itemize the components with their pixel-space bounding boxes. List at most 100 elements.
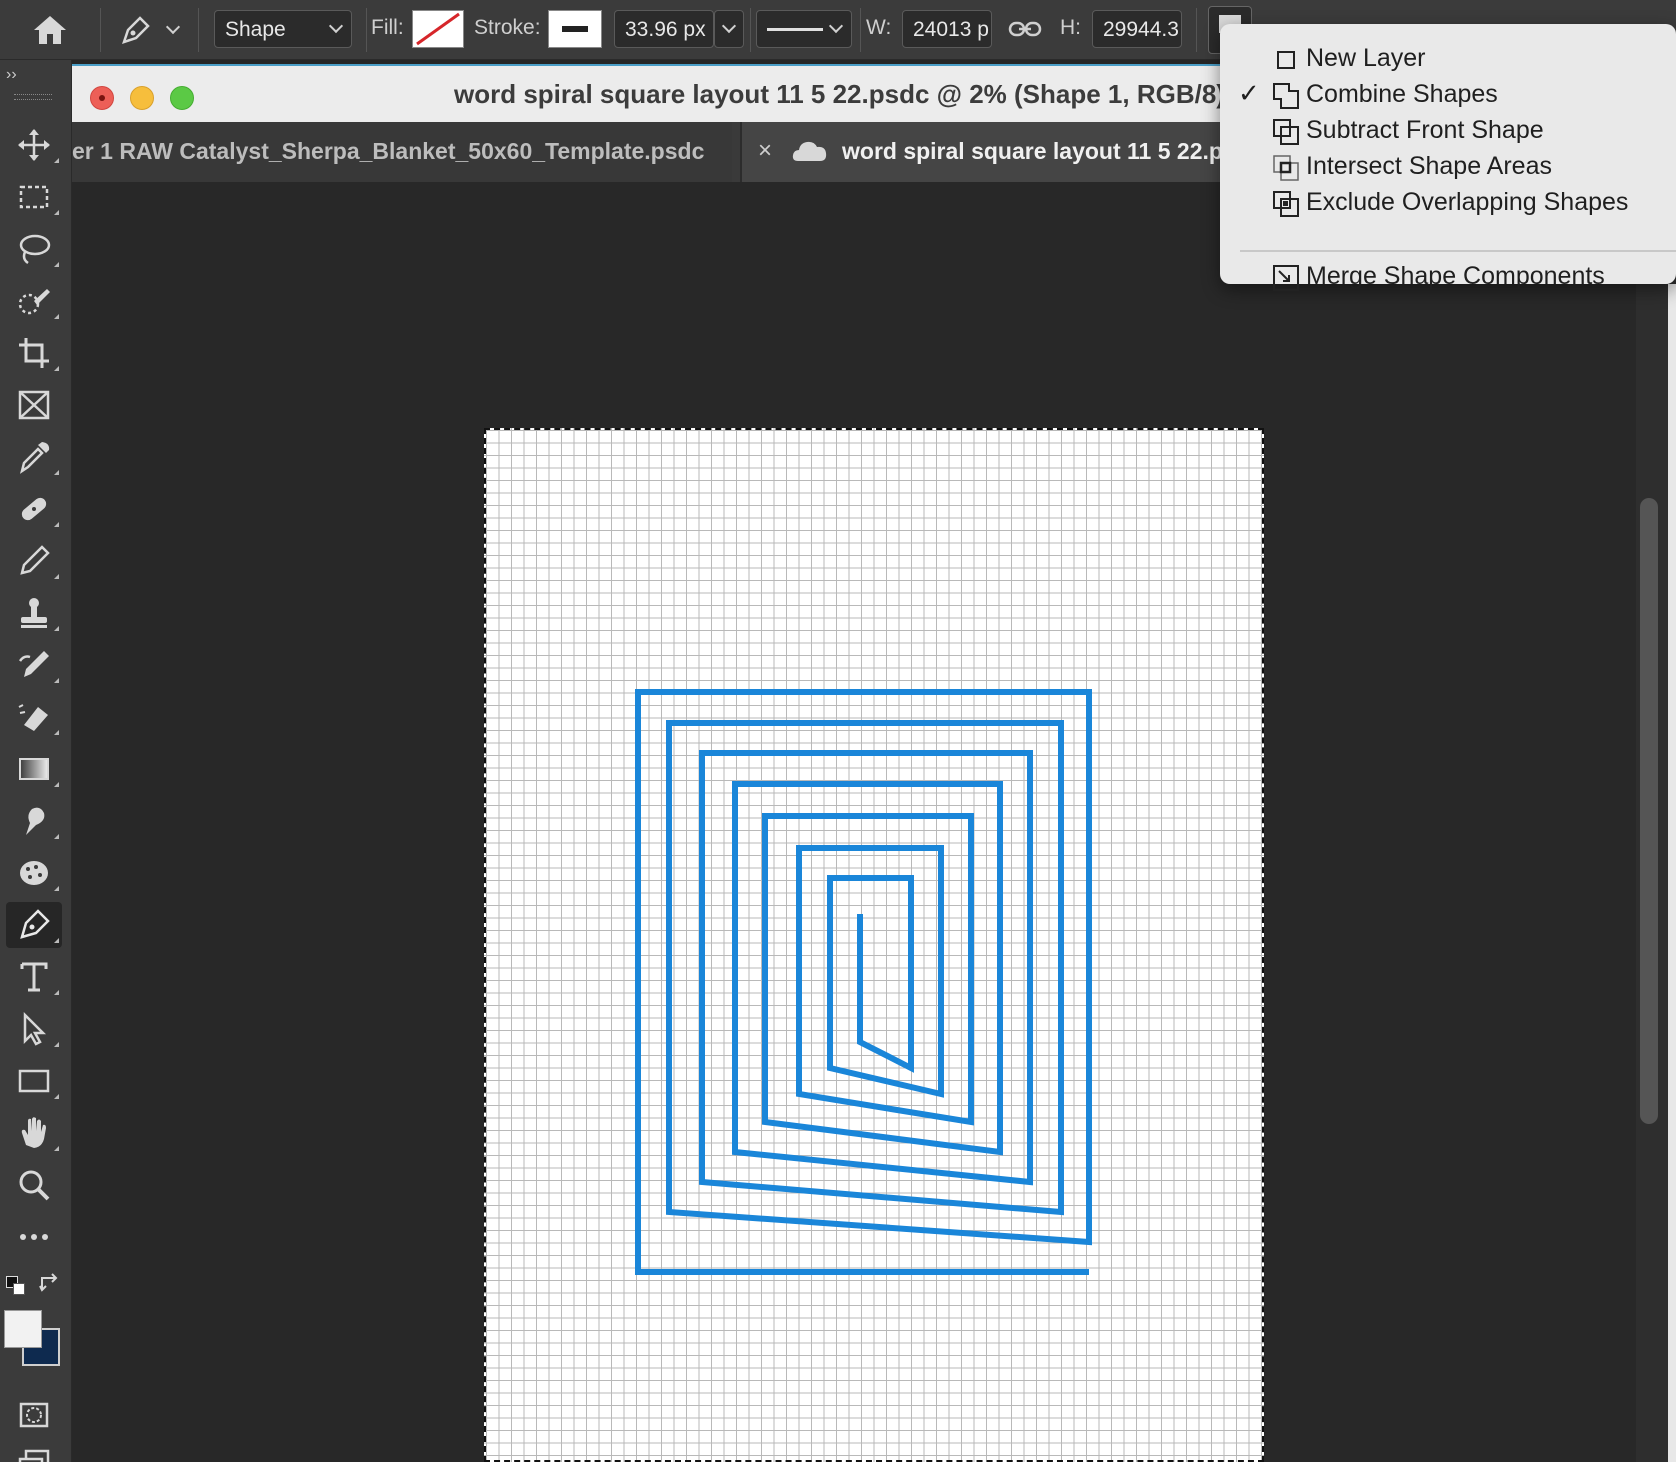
eraser-icon <box>18 704 48 731</box>
path-operations-menu: New Layer ✓ Combine Shapes Subtract Fron… <box>1220 24 1676 291</box>
fill-swatch[interactable] <box>412 10 464 48</box>
pen-tool[interactable] <box>6 902 62 948</box>
sponge-tool[interactable] <box>6 850 62 896</box>
height-label: H: <box>1060 16 1081 39</box>
combine-shapes-icon <box>1272 82 1300 110</box>
home-icon[interactable] <box>30 12 70 48</box>
tool-mode-select[interactable]: Shape <box>214 10 352 48</box>
eyedropper-icon <box>20 442 50 474</box>
zoom-icon <box>19 1170 50 1201</box>
menu-item-new-layer[interactable]: New Layer <box>1220 40 1676 76</box>
tab-close-icon[interactable]: × <box>758 137 772 165</box>
chevron-down-icon <box>828 18 844 34</box>
width-field[interactable]: 24013 p <box>902 10 992 48</box>
smudge-tool[interactable] <box>6 798 62 844</box>
crop-icon <box>19 338 49 368</box>
tab-sherpa-blanket-template[interactable]: er 1 RAW Catalyst_Sherpa_Blanket_50x60_T… <box>72 122 732 182</box>
bandage-icon <box>21 497 47 521</box>
spiral-stroke[interactable] <box>635 689 1092 1275</box>
zoom-tool[interactable] <box>6 1162 62 1208</box>
pen-icon <box>20 909 50 939</box>
quick-select-tool[interactable] <box>6 278 62 324</box>
healing-tool[interactable] <box>6 486 62 532</box>
marquee-tool[interactable] <box>6 174 62 220</box>
fill-label: Fill: <box>371 16 404 39</box>
stroke-swatch[interactable] <box>548 10 602 48</box>
exclude-overlapping-shapes-icon <box>1272 190 1300 218</box>
menu-item-intersect-shape-areas[interactable]: Intersect Shape Areas <box>1220 148 1676 184</box>
spiral-shape-path[interactable] <box>486 430 1264 1462</box>
quick-mask-button[interactable] <box>6 1392 62 1438</box>
separator <box>860 8 861 52</box>
menu-separator <box>1240 250 1676 252</box>
close-window-button[interactable] <box>90 86 114 110</box>
merge-shape-components-icon <box>1272 264 1300 292</box>
hand-icon <box>21 1117 46 1148</box>
tab-label: er 1 RAW Catalyst_Sherpa_Blanket_50x60_T… <box>72 138 705 164</box>
height-value: 29944.3 <box>1103 18 1179 41</box>
vertical-scrollbar-thumb[interactable] <box>1640 498 1658 1124</box>
swap-colors-icon[interactable] <box>38 1272 62 1296</box>
solid-line-icon <box>767 28 823 31</box>
chevron-down-icon[interactable] <box>165 19 181 35</box>
brush-icon <box>20 545 50 575</box>
collapse-panel-icon[interactable]: ›› <box>6 66 17 84</box>
foreground-color-swatch[interactable] <box>4 1310 42 1348</box>
lasso-tool[interactable] <box>6 226 62 272</box>
menu-item-combine-shapes[interactable]: ✓ Combine Shapes <box>1220 76 1676 112</box>
path-select-tool[interactable] <box>6 1006 62 1052</box>
checkmark-icon: ✓ <box>1238 78 1260 108</box>
history-brush-tool[interactable] <box>6 642 62 688</box>
tools-panel: ›› <box>0 60 72 1462</box>
move-tool[interactable] <box>6 122 62 168</box>
smudge-icon <box>26 807 45 835</box>
separator <box>198 8 199 52</box>
menu-item-exclude-overlapping-shapes[interactable]: Exclude Overlapping Shapes <box>1220 184 1676 220</box>
rectangle-tool[interactable] <box>6 1058 62 1104</box>
panel-grip[interactable] <box>14 94 52 100</box>
default-colors-icon[interactable] <box>6 1276 28 1298</box>
zoom-window-button[interactable] <box>170 86 194 110</box>
stroke-type-select[interactable] <box>756 10 852 48</box>
document-title: word spiral square layout 11 5 22.psdc @… <box>454 79 1225 109</box>
stroke-width-dropdown[interactable] <box>714 10 744 48</box>
stroke-width-field[interactable]: 33.96 px <box>614 10 714 48</box>
artboard-canvas[interactable] <box>484 428 1264 1462</box>
stroke-width-value: 33.96 px <box>625 18 706 41</box>
move-icon <box>18 129 50 161</box>
stroke-color-bar <box>562 26 588 32</box>
intersect-shape-areas-icon <box>1272 154 1300 182</box>
pen-preset-icon[interactable] <box>116 12 156 48</box>
menu-item-label: Subtract Front Shape <box>1306 116 1544 144</box>
eraser-tool[interactable] <box>6 694 62 740</box>
quick-mask-icon <box>19 1402 49 1428</box>
screen-mode-button[interactable] <box>6 1440 62 1462</box>
history-brush-icon <box>18 651 49 677</box>
frame-tool[interactable] <box>6 382 62 428</box>
menu-item-label: Combine Shapes <box>1306 80 1498 108</box>
crop-tool[interactable] <box>6 330 62 376</box>
minimize-window-button[interactable] <box>130 86 154 110</box>
lasso-icon <box>19 234 51 265</box>
ellipsis-icon <box>20 1234 48 1240</box>
menu-item-merge-shape-components[interactable]: Merge Shape Components <box>1220 258 1676 294</box>
gradient-icon <box>19 758 49 780</box>
more-tools[interactable] <box>6 1214 62 1260</box>
stamp-tool[interactable] <box>6 590 62 636</box>
height-field[interactable]: 29944.3 <box>1092 10 1182 48</box>
menu-item-subtract-front-shape[interactable]: Subtract Front Shape <box>1220 112 1676 148</box>
chevron-down-icon <box>721 18 737 34</box>
rectangle-icon <box>18 1069 50 1093</box>
type-tool[interactable] <box>6 954 62 1000</box>
rect-marquee-icon <box>19 185 49 209</box>
gradient-tool[interactable] <box>6 746 62 792</box>
separator <box>1196 8 1197 52</box>
stroke-label: Stroke: <box>474 16 541 39</box>
menu-item-label: Merge Shape Components <box>1306 262 1605 290</box>
screen-mode-icon <box>18 1449 50 1462</box>
link-icon[interactable] <box>1008 16 1042 42</box>
eyedropper-tool[interactable] <box>6 434 62 480</box>
hand-tool[interactable] <box>6 1110 62 1156</box>
quick-select-icon <box>18 289 50 315</box>
brush-tool[interactable] <box>6 538 62 584</box>
